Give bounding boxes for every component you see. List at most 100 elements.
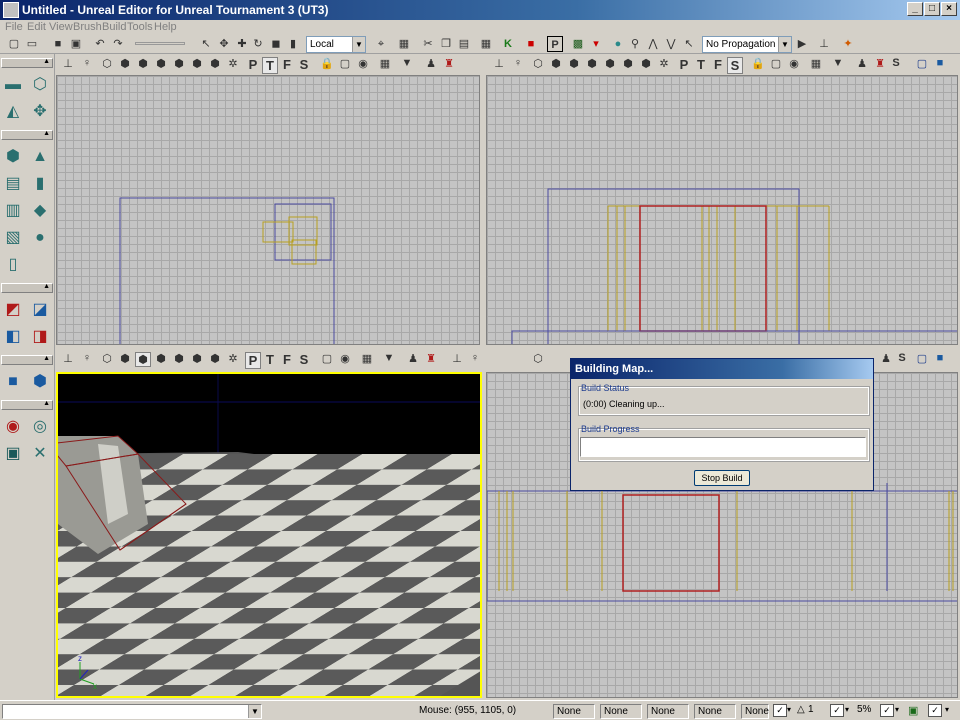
actor-icon[interactable]: ♟ bbox=[423, 57, 439, 70]
actor-icon[interactable]: ♟ bbox=[878, 352, 894, 365]
eye-icon[interactable]: ◉ bbox=[355, 57, 371, 70]
texture-density-icon[interactable]: ✲ bbox=[656, 57, 672, 70]
menu-help[interactable]: Help bbox=[154, 21, 177, 33]
scale-nonuniform-icon[interactable]: ▮ bbox=[285, 36, 301, 52]
lighting-only-icon[interactable]: ⬢ bbox=[189, 352, 205, 365]
propagation-select[interactable]: No Propagation ▼ bbox=[702, 36, 792, 53]
matinee-icon[interactable]: ■ bbox=[523, 36, 539, 52]
unlit-icon[interactable]: ⬢ bbox=[135, 352, 151, 367]
copy-icon[interactable]: ❐ bbox=[438, 36, 454, 52]
autosave-icon[interactable]: ▣ bbox=[908, 704, 918, 717]
maximize-viewport-icon[interactable]: ■ bbox=[932, 352, 948, 364]
add-mover-icon[interactable]: ⬢ bbox=[28, 370, 52, 394]
chevron-down-icon[interactable]: ▼ bbox=[778, 37, 791, 52]
cylinder-brush-icon[interactable]: ▮ bbox=[28, 172, 52, 196]
lock-icon[interactable]: 🔒 bbox=[750, 57, 766, 70]
spiral-stairs-icon[interactable]: ▧ bbox=[1, 226, 25, 250]
restore-viewport-icon[interactable]: ▢ bbox=[914, 352, 930, 365]
chevron-down-icon[interactable]: ▾ bbox=[945, 705, 949, 714]
menu-file[interactable]: File bbox=[5, 21, 23, 33]
wireframe-icon[interactable]: ⬢ bbox=[548, 57, 564, 70]
cut-icon[interactable]: ✂ bbox=[420, 36, 436, 52]
menu-view[interactable]: View bbox=[49, 21, 73, 33]
show-flags-icon[interactable]: ▦ bbox=[808, 57, 824, 70]
redo-icon[interactable]: ↷ bbox=[110, 36, 126, 52]
perspective-button[interactable]: P bbox=[245, 57, 261, 72]
chevron-down-icon[interactable]: ▾ bbox=[895, 705, 899, 714]
menu-edit[interactable]: Edit bbox=[27, 21, 46, 33]
save-all-icon[interactable]: ▣ bbox=[68, 36, 84, 52]
light-complexity-icon[interactable]: ⬢ bbox=[638, 57, 654, 70]
move-icon[interactable]: ✚ bbox=[234, 36, 250, 52]
autosave-checkbox[interactable]: ✓ bbox=[928, 704, 942, 717]
geometry-mode-icon[interactable]: ⬡ bbox=[28, 73, 52, 97]
restore-viewport-icon[interactable]: ▢ bbox=[914, 57, 930, 70]
light-complexity-icon[interactable]: ⬢ bbox=[207, 57, 223, 70]
brush-wireframe-icon[interactable]: ⬡ bbox=[99, 57, 115, 70]
show-all-icon[interactable]: ▣ bbox=[1, 442, 25, 466]
csg-add-icon[interactable]: ◩ bbox=[1, 298, 25, 322]
perspective-button[interactable]: P bbox=[676, 57, 692, 72]
lit-icon[interactable]: ⬢ bbox=[584, 57, 600, 70]
build-lighting-icon[interactable]: ▾ bbox=[588, 36, 604, 52]
lit-icon[interactable]: ⬢ bbox=[153, 352, 169, 365]
detail-lighting-icon[interactable]: ⬢ bbox=[171, 57, 187, 70]
play-icon[interactable]: P bbox=[547, 36, 563, 52]
actor-icon[interactable]: ♟ bbox=[405, 352, 421, 365]
detail-lighting-icon[interactable]: ⬢ bbox=[171, 352, 187, 365]
front-view-button[interactable]: F bbox=[279, 352, 295, 367]
open-icon[interactable]: ▭ bbox=[24, 36, 40, 52]
hide-selected-icon[interactable]: ◉ bbox=[1, 415, 25, 439]
unlit-icon[interactable]: ⬢ bbox=[566, 57, 582, 70]
stop-build-button[interactable]: Stop Build bbox=[694, 470, 750, 486]
chevron-down-icon[interactable]: ▼ bbox=[381, 352, 397, 364]
top-viewport[interactable] bbox=[56, 75, 480, 345]
camera-mode-icon[interactable]: ▬ bbox=[1, 73, 25, 97]
stop-icon[interactable]: ▢ bbox=[337, 57, 353, 70]
unreal-icon[interactable]: ✦ bbox=[840, 36, 856, 52]
lit-icon[interactable]: ⬢ bbox=[153, 57, 169, 70]
side-view-button[interactable]: S bbox=[296, 352, 312, 367]
realtime-icon[interactable]: ♀ bbox=[79, 57, 95, 69]
new-icon[interactable]: ▢ bbox=[6, 36, 22, 52]
top-view-button[interactable]: T bbox=[262, 352, 278, 367]
sheet-brush-icon[interactable]: ◆ bbox=[28, 199, 52, 223]
wireframe-icon[interactable]: ⬢ bbox=[117, 57, 133, 70]
wireframe-icon[interactable]: ⬢ bbox=[117, 352, 133, 365]
menu-brush[interactable]: Brush bbox=[73, 21, 102, 33]
section-header[interactable]: ▲ bbox=[1, 283, 53, 293]
rotate-icon[interactable]: ↻ bbox=[250, 36, 266, 52]
game-mode-icon[interactable]: ♜ bbox=[423, 352, 439, 365]
section-header[interactable]: ▲ bbox=[1, 58, 53, 68]
unlit-icon[interactable]: ⬢ bbox=[135, 57, 151, 70]
coord-system-select[interactable]: Local ▼ bbox=[306, 36, 366, 53]
command-input[interactable]: ▼ bbox=[2, 704, 262, 719]
side-view-button[interactable]: S bbox=[296, 57, 312, 72]
kismet-icon[interactable]: K bbox=[500, 36, 516, 52]
linear-stairs-icon[interactable]: ▥ bbox=[1, 199, 25, 223]
chevron-down-icon[interactable]: ▾ bbox=[845, 705, 849, 714]
brush-wireframe-icon[interactable]: ⬡ bbox=[99, 352, 115, 365]
top-view-button[interactable]: T bbox=[262, 57, 278, 74]
rotation-grid-checkbox[interactable]: ✓ bbox=[830, 704, 844, 717]
translate-icon[interactable]: ✥ bbox=[216, 36, 232, 52]
add-volume-icon[interactable]: ■ bbox=[1, 370, 25, 394]
brush-wireframe-icon[interactable]: ⬡ bbox=[530, 352, 546, 365]
csg-deintersect-icon[interactable]: ◨ bbox=[28, 325, 52, 349]
front-view-button[interactable]: F bbox=[710, 57, 726, 72]
show-flags-icon[interactable]: ▦ bbox=[359, 352, 375, 365]
menu-build[interactable]: Build bbox=[102, 21, 126, 33]
eye-icon[interactable]: ◉ bbox=[786, 57, 802, 70]
detail-lighting-icon[interactable]: ⬢ bbox=[602, 57, 618, 70]
pin-icon[interactable]: ⊥ bbox=[816, 36, 832, 52]
chevron-down-icon[interactable]: ▼ bbox=[830, 57, 846, 69]
section-header[interactable]: ▲ bbox=[1, 355, 53, 365]
lighting-quality-icon[interactable]: ⋁ bbox=[663, 36, 679, 52]
move-tool-icon[interactable]: ✥ bbox=[28, 100, 52, 124]
chevron-down-icon[interactable]: ▾ bbox=[787, 705, 791, 714]
scale-icon[interactable]: ◼ bbox=[268, 36, 284, 52]
paste-icon[interactable]: ▤ bbox=[456, 36, 472, 52]
lock-viewport-icon[interactable]: ⊥ bbox=[60, 352, 76, 365]
volumetric-brush-icon[interactable]: ▯ bbox=[1, 253, 25, 277]
drag-grid-slider[interactable] bbox=[135, 42, 185, 45]
